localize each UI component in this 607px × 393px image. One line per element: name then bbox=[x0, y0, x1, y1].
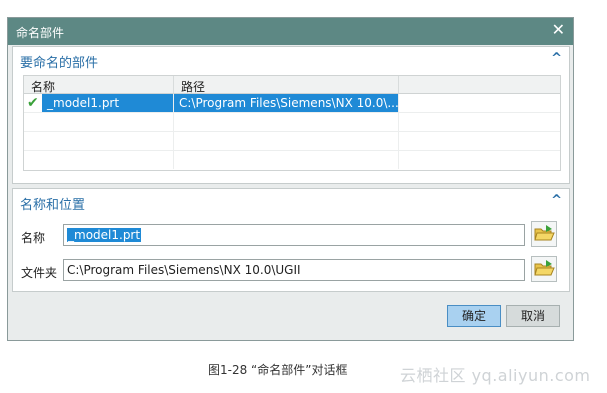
name-label: 名称 bbox=[21, 231, 46, 245]
check-icon: ✔ bbox=[27, 95, 39, 111]
location-group-title: 名称和位置 bbox=[20, 198, 86, 213]
dialog-title: 命名部件 bbox=[16, 26, 65, 40]
parts-table: 名称 路径 ✔ _model1.prt C:\Program Files\Sie… bbox=[23, 75, 561, 171]
empty-cell bbox=[174, 151, 399, 169]
empty-cell bbox=[174, 113, 399, 131]
cancel-button[interactable]: 取消 bbox=[506, 305, 560, 327]
column-header-name[interactable]: 名称 bbox=[24, 76, 174, 94]
row-name-cell[interactable]: _model1.prt bbox=[42, 94, 174, 112]
name-browse-button[interactable] bbox=[531, 221, 557, 247]
empty-cell bbox=[174, 132, 399, 150]
collapse-chevron-up-icon[interactable]: ^ bbox=[551, 51, 562, 66]
parts-to-name-group: 要命名的部件 ^ 名称 路径 ✔ _model1.prt C:\Program … bbox=[12, 46, 570, 184]
table-row-empty bbox=[24, 151, 560, 170]
watermark: 云栖社区 yq.aliyun.com bbox=[400, 366, 591, 385]
column-header-path[interactable]: 路径 bbox=[174, 76, 399, 94]
empty-cell bbox=[24, 113, 174, 131]
empty-cell bbox=[24, 151, 174, 169]
folder-browse-button[interactable] bbox=[531, 256, 557, 282]
naming-parts-dialog: 命名部件 ✕ 要命名的部件 ^ 名称 路径 ✔ _model1.prt C:\P… bbox=[7, 17, 574, 341]
collapse-chevron-up-icon[interactable]: ^ bbox=[551, 193, 562, 208]
title-bar: 命名部件 ✕ bbox=[8, 18, 573, 45]
table-row-empty bbox=[24, 113, 560, 132]
folder-field[interactable]: C:\Program Files\Siemens\NX 10.0\UGII bbox=[63, 259, 525, 281]
folder-open-icon bbox=[534, 225, 555, 241]
figure-caption: 图1-28 “命名部件”对话框 bbox=[208, 363, 348, 377]
name-field-value: _model1.prt bbox=[67, 228, 142, 242]
close-icon[interactable]: ✕ bbox=[552, 21, 565, 39]
table-row[interactable]: ✔ _model1.prt C:\Program Files\Siemens\N… bbox=[24, 94, 560, 113]
folder-open-icon bbox=[534, 260, 555, 276]
name-and-location-group: 名称和位置 ^ 名称 _model1.prt 文件夹 C:\Program Fi… bbox=[12, 188, 570, 292]
parts-group-title: 要命名的部件 bbox=[20, 56, 99, 71]
ok-button[interactable]: 确定 bbox=[447, 305, 501, 327]
folder-label: 文件夹 bbox=[21, 266, 58, 280]
empty-cell bbox=[24, 132, 174, 150]
column-header-empty bbox=[399, 76, 560, 94]
table-row-empty bbox=[24, 132, 560, 151]
row-empty-cell bbox=[399, 94, 560, 112]
name-field[interactable]: _model1.prt bbox=[63, 224, 525, 246]
row-path-cell[interactable]: C:\Program Files\Siemens\NX 10.0\... bbox=[174, 94, 399, 112]
